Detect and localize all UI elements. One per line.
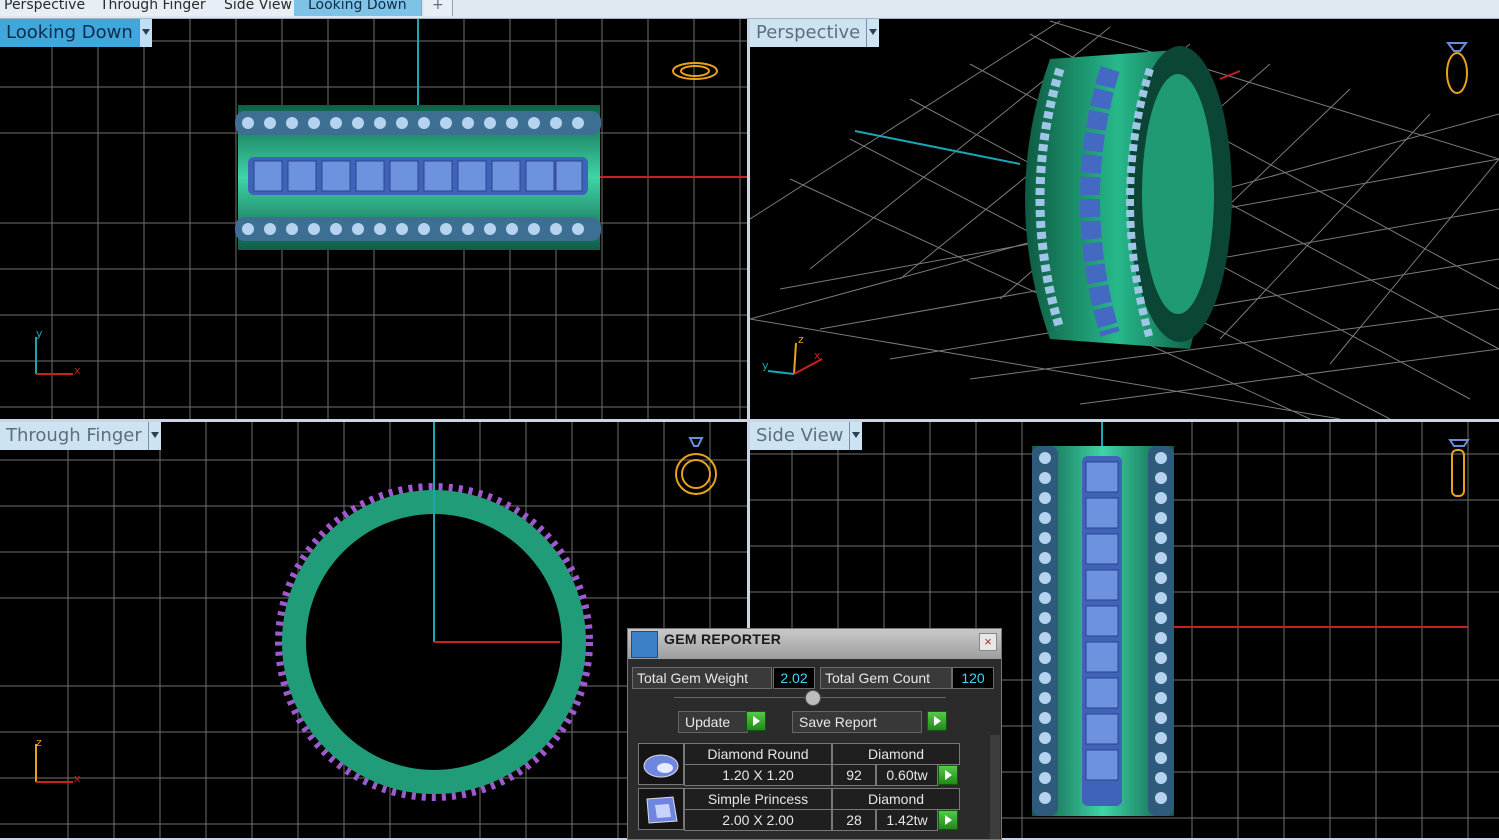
update-go-icon[interactable] bbox=[746, 711, 766, 731]
gem-weight: 1.42tw bbox=[876, 809, 938, 831]
tab-side-view[interactable]: Side View bbox=[210, 0, 307, 16]
gem-count: 92 bbox=[832, 764, 876, 786]
gem-material: Diamond bbox=[832, 743, 960, 765]
total-gem-weight-label: Total Gem Weight bbox=[632, 667, 772, 689]
ring-side-view bbox=[1032, 446, 1174, 816]
close-icon[interactable]: × bbox=[979, 633, 997, 651]
gem-row[interactable]: Diamond Round Diamond 1.20 X 1.20 92 0.6… bbox=[638, 743, 988, 786]
axis-label-z: z bbox=[36, 736, 42, 749]
save-report-go-icon[interactable] bbox=[927, 711, 947, 731]
select-gem-go-icon[interactable] bbox=[938, 810, 958, 830]
gem-row[interactable]: Simple Princess Diamond 2.00 X 2.00 28 1… bbox=[638, 788, 988, 831]
axis-label-z: z bbox=[798, 333, 804, 346]
gem-size: 2.00 X 2.00 bbox=[684, 809, 832, 831]
gem-size: 1.20 X 1.20 bbox=[684, 764, 832, 786]
viewport-label-through-finger[interactable]: Through Finger bbox=[0, 422, 161, 450]
total-gem-weight-value: 2.02 bbox=[773, 667, 815, 689]
viewport-menu-dropdown[interactable] bbox=[147, 422, 161, 450]
tab-through-finger[interactable]: Through Finger bbox=[86, 0, 221, 16]
gem-reporter-panel: GEM REPORTER × Total Gem Weight 2.02 Tot… bbox=[627, 628, 1002, 840]
viewport-menu-dropdown[interactable] bbox=[138, 19, 152, 47]
viewport-perspective[interactable]: z x y Perspective bbox=[750, 19, 1499, 419]
viewport-label-side-view[interactable]: Side View bbox=[750, 422, 863, 450]
tab-looking-down[interactable]: Looking Down bbox=[294, 0, 422, 16]
gem-reporter-icon bbox=[631, 631, 658, 658]
viewport-label-perspective[interactable]: Perspective bbox=[750, 19, 880, 47]
ring-orientation-icon bbox=[675, 437, 717, 495]
total-gem-count-label: Total Gem Count bbox=[820, 667, 952, 689]
viewport-title: Perspective bbox=[750, 19, 867, 47]
axis-label-x: x bbox=[74, 772, 81, 785]
save-report-button[interactable]: Save Report bbox=[792, 711, 922, 733]
gem-reporter-title: GEM REPORTER bbox=[664, 631, 782, 647]
viewport-title: Through Finger bbox=[0, 422, 148, 450]
ring-orientation-icon bbox=[1448, 439, 1470, 497]
gem-shape: Diamond Round bbox=[684, 743, 832, 765]
axis-label-x: x bbox=[814, 349, 821, 362]
princess-gem-icon bbox=[638, 788, 684, 830]
axis-label-y: y bbox=[762, 359, 769, 372]
total-gem-count-value: 120 bbox=[952, 667, 994, 689]
gem-weight: 0.60tw bbox=[876, 764, 938, 786]
viewport-label-looking-down[interactable]: Looking Down bbox=[0, 19, 152, 47]
ring-top-view bbox=[235, 105, 601, 250]
viewport-menu-dropdown[interactable] bbox=[866, 19, 880, 47]
axis-label-y: y bbox=[36, 327, 43, 340]
tab-add[interactable]: + bbox=[424, 0, 453, 16]
select-gem-go-icon[interactable] bbox=[938, 765, 958, 785]
scrollbar[interactable] bbox=[990, 735, 1000, 839]
gem-count: 28 bbox=[832, 809, 876, 831]
gem-material: Diamond bbox=[832, 788, 960, 810]
collapse-handle[interactable] bbox=[805, 690, 821, 706]
viewport-looking-down[interactable]: y x Looking Down bbox=[0, 19, 747, 419]
round-gem-icon bbox=[638, 743, 684, 785]
gem-shape: Simple Princess bbox=[684, 788, 832, 810]
update-button[interactable]: Update bbox=[678, 711, 748, 733]
viewport-tab-strip: Perspective Through Finger Side View Loo… bbox=[0, 0, 1499, 19]
axis-indicator bbox=[767, 342, 823, 375]
viewport-menu-dropdown[interactable] bbox=[849, 422, 863, 450]
ring-perspective-view bbox=[1025, 46, 1232, 349]
ring-orientation-icon bbox=[672, 62, 718, 80]
viewport-title: Looking Down bbox=[0, 19, 139, 47]
viewport-title: Side View bbox=[750, 422, 850, 450]
ring-orientation-icon bbox=[1446, 42, 1468, 94]
axis-label-x: x bbox=[74, 364, 81, 377]
gem-reporter-titlebar[interactable]: GEM REPORTER × bbox=[628, 629, 1001, 659]
